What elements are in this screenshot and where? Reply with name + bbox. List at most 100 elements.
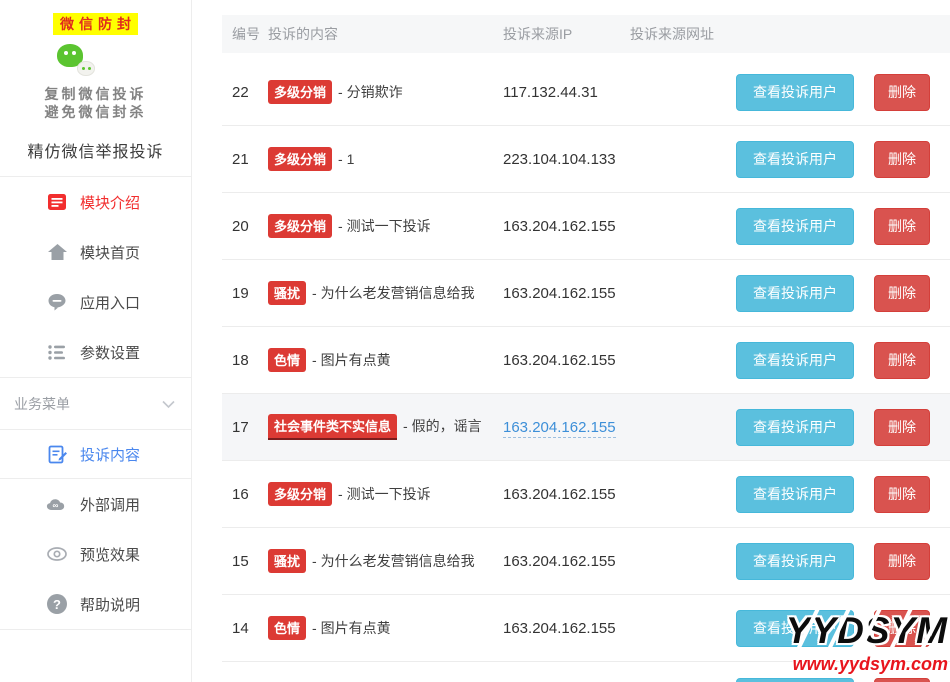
sidebar-item-label: 外部调用	[80, 494, 140, 515]
complaint-text: - 1	[338, 151, 354, 167]
eye-icon	[46, 543, 68, 565]
row-content-cell: 社会事件类不实信息- 假的，谣言	[268, 414, 503, 440]
sidebar-item-module-intro[interactable]: 模块介绍	[0, 177, 191, 227]
row-id: 21	[232, 151, 268, 168]
delete-button[interactable]: 删除	[874, 476, 930, 513]
column-header-ip: 投诉来源IP	[503, 24, 630, 44]
delete-button[interactable]: 删除	[874, 141, 930, 178]
complaint-text: - 图片有点黄	[312, 620, 391, 636]
complaint-text: - 为什么老发营销信息给我	[312, 553, 475, 569]
sidebar-item-complaint-content[interactable]: 投诉内容	[0, 430, 191, 478]
complaint-type-badge: 色情	[268, 616, 306, 640]
home-icon	[46, 241, 68, 263]
table-row: 22 多级分销- 分销欺诈 117.132.44.31 查看投诉用户 删除	[222, 59, 950, 126]
row-id: 19	[232, 285, 268, 302]
view-complaint-user-button[interactable]: 查看投诉用户	[736, 275, 854, 312]
view-complaint-user-button[interactable]: 查看投诉用户	[736, 74, 854, 111]
sidebar-item-app-entry[interactable]: 应用入口	[0, 277, 191, 327]
row-ip-cell: 163.204.162.155	[503, 285, 630, 302]
complaint-text: - 假的，谣言	[403, 418, 482, 434]
row-ip-cell: 163.204.162.155	[503, 486, 630, 503]
table-rows: 22 多级分销- 分销欺诈 117.132.44.31 查看投诉用户 删除 21…	[222, 59, 950, 662]
table-row: 16 多级分销- 测试一下投诉 163.204.162.155 查看投诉用户 删…	[222, 461, 950, 528]
row-actions: 查看投诉用户 删除	[736, 543, 950, 580]
row-actions: 查看投诉用户 删除	[736, 409, 950, 446]
table-row: 15 骚扰- 为什么老发营销信息给我 163.204.162.155 查看投诉用…	[222, 528, 950, 595]
sidebar: 微信防封 ! 复制微信投诉 避免微信封杀 精仿微信举报投诉 模块介绍 模块首页	[0, 0, 192, 682]
row-actions: 查看投诉用户 删除	[736, 208, 950, 245]
complaint-text: - 为什么老发营销信息给我	[312, 285, 475, 301]
delete-button[interactable]: 删除	[874, 610, 930, 647]
row-content-cell: 色情 - 图片有点黄	[268, 616, 503, 640]
settings-icon	[46, 341, 68, 363]
wechat-icon	[57, 44, 95, 76]
view-complaint-user-button[interactable]: 查看投诉用户	[736, 409, 854, 446]
warning-triangle-icon: !	[103, 48, 135, 76]
delete-button[interactable]: 删除	[874, 409, 930, 446]
sidebar-item-label: 预览效果	[80, 544, 140, 565]
table-header-row: 编号 投诉的内容 投诉来源IP 投诉来源网址	[222, 15, 950, 53]
row-actions: 查看投诉用户 删除	[736, 342, 950, 379]
view-complaint-user-button[interactable]	[736, 678, 854, 682]
row-actions: 查看投诉用户 删除	[736, 74, 950, 111]
source-ip: 163.204.162.155	[503, 218, 616, 235]
row-id: 17	[232, 419, 268, 436]
row-content-cell: 多级分销- 测试一下投诉	[268, 214, 503, 238]
row-id: 14	[232, 620, 268, 637]
row-ip-cell: 117.132.44.31	[503, 84, 630, 101]
delete-button[interactable]: 删除	[874, 543, 930, 580]
row-ip-cell: 163.204.162.155	[503, 419, 630, 436]
view-complaint-user-button[interactable]: 查看投诉用户	[736, 476, 854, 513]
complaint-type-badge: 多级分销	[268, 147, 332, 171]
source-ip: 163.204.162.155	[503, 352, 616, 369]
delete-button[interactable]	[874, 678, 930, 682]
sidebar-item-label: 模块介绍	[80, 192, 140, 213]
row-content-cell: 多级分销- 分销欺诈	[268, 80, 503, 104]
logo-slogan-line1: 复制微信投诉	[0, 85, 191, 103]
row-actions: 查看投诉用户 删除	[736, 476, 950, 513]
sidebar-item-preview-effect[interactable]: 预览效果	[0, 529, 191, 579]
table-row: 18 色情- 图片有点黄 163.204.162.155 查看投诉用户 删除	[222, 327, 950, 394]
complaint-type-badge: 色情	[268, 348, 306, 372]
sidebar-item-module-home[interactable]: 模块首页	[0, 227, 191, 277]
list-icon	[46, 191, 68, 213]
row-ip-cell: 163.204.162.155	[503, 352, 630, 369]
table-row: 20 多级分销- 测试一下投诉 163.204.162.155 查看投诉用户 删…	[222, 193, 950, 260]
row-content-cell: 多级分销 - 1	[268, 147, 503, 171]
view-complaint-user-button[interactable]: 查看投诉用户	[736, 543, 854, 580]
delete-button[interactable]: 删除	[874, 208, 930, 245]
complaint-text: - 测试一下投诉	[338, 486, 431, 502]
delete-button[interactable]: 删除	[874, 74, 930, 111]
table-row-partial	[222, 662, 950, 682]
source-ip: 163.204.162.155	[503, 285, 616, 302]
complaint-type-badge: 多级分销	[268, 80, 332, 104]
row-ip-cell: 223.104.104.133	[503, 151, 630, 168]
row-id: 20	[232, 218, 268, 235]
question-icon: ?	[46, 593, 68, 615]
sidebar-item-external-call[interactable]: ∞ 外部调用	[0, 479, 191, 529]
table-row: 21 多级分销 - 1 223.104.104.133 查看投诉用户 删除	[222, 126, 950, 193]
row-actions: 查看投诉用户 删除	[736, 141, 950, 178]
source-ip: 163.204.162.155	[503, 419, 616, 438]
view-complaint-user-button[interactable]: 查看投诉用户	[736, 141, 854, 178]
row-actions: 查看投诉用户 删除	[736, 275, 950, 312]
logo-block: 微信防封 ! 复制微信投诉 避免微信封杀 精仿微信举报投诉	[0, 0, 191, 162]
row-ip-cell: 163.204.162.155	[503, 620, 630, 637]
row-content-cell: 骚扰- 为什么老发营销信息给我	[268, 549, 503, 573]
view-complaint-user-button[interactable]: 查看投诉用户	[736, 208, 854, 245]
sidebar-item-help[interactable]: ? 帮助说明	[0, 579, 191, 629]
complaint-type-badge: 骚扰	[268, 281, 306, 305]
delete-button[interactable]: 删除	[874, 275, 930, 312]
view-complaint-user-button[interactable]: 查看投诉用户	[736, 342, 854, 379]
sidebar-section-label: 业务菜单	[14, 394, 70, 414]
view-complaint-user-button[interactable]: 查看投诉用户	[736, 610, 854, 647]
delete-button[interactable]: 删除	[874, 342, 930, 379]
row-content-cell: 骚扰 - 为什么老发营销信息给我	[268, 281, 503, 305]
complaint-text: - 图片有点黄	[312, 352, 391, 368]
sidebar-section-business-menu[interactable]: 业务菜单	[0, 378, 191, 429]
complaint-table: 编号 投诉的内容 投诉来源IP 投诉来源网址 22 多级分销- 分销欺诈 117…	[222, 15, 950, 682]
table-row: 19 骚扰 - 为什么老发营销信息给我 163.204.162.155 查看投诉用…	[222, 260, 950, 327]
sidebar-item-parameter-settings[interactable]: 参数设置	[0, 327, 191, 377]
row-content-cell: 色情 - 图片有点黄	[268, 348, 503, 372]
row-id: 16	[232, 486, 268, 503]
